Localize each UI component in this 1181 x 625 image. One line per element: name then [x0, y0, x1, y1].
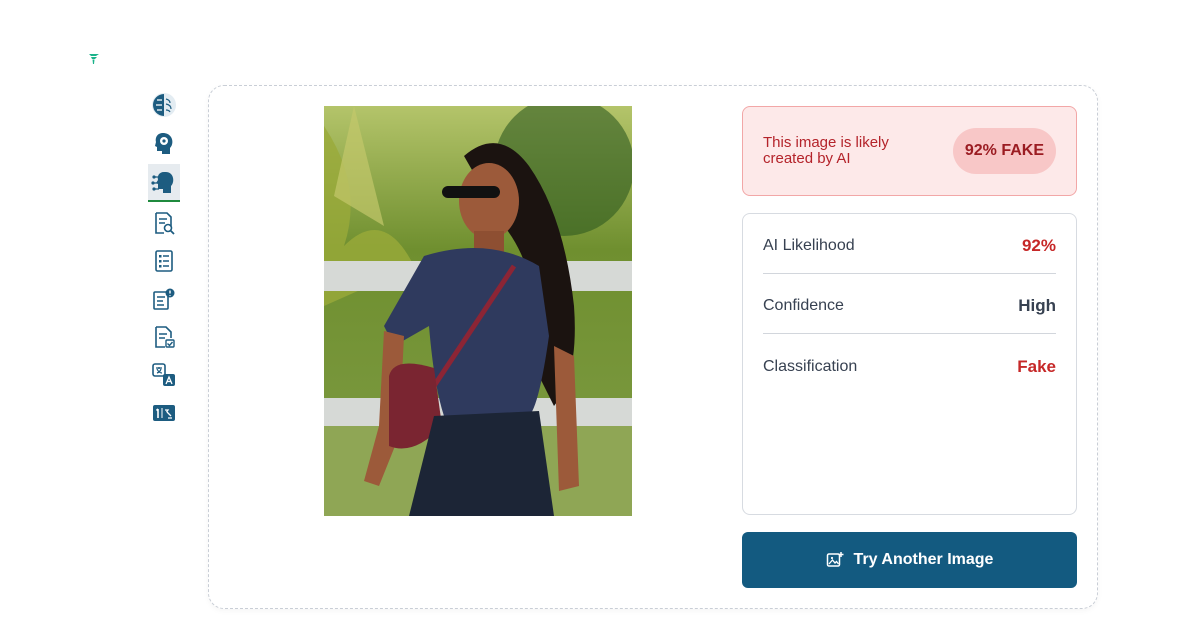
analyzed-photo-graphic	[324, 106, 632, 516]
detail-row-ai-likelihood: AI Likelihood 92%	[763, 219, 1056, 274]
checklist-document-icon	[155, 250, 173, 272]
detail-label: Confidence	[763, 297, 844, 314]
sidebar-item-head-gear[interactable]	[148, 126, 180, 160]
sidebar-item-translate[interactable]	[148, 358, 180, 392]
detail-label: Classification	[763, 357, 858, 375]
detail-label: AI Likelihood	[763, 237, 855, 254]
verdict-message: This image is likely created by AI	[763, 134, 889, 167]
image-add-icon	[826, 552, 844, 567]
detail-row-classification: Classification Fake	[763, 339, 1056, 394]
brain-icon	[152, 93, 176, 117]
sidebar-item-ai-head[interactable]	[148, 164, 180, 202]
number-fraction-icon	[153, 405, 175, 421]
detail-value: High	[1018, 296, 1056, 315]
verdict-badge: 92% FAKE	[952, 128, 1056, 174]
result-card: This image is likely created by AI 92% F…	[208, 85, 1098, 609]
detail-panel: AI Likelihood 92% Confidence High Classi…	[742, 213, 1077, 515]
verdict-banner: This image is likely created by AI 92% F…	[742, 106, 1077, 196]
sidebar-item-document-check[interactable]	[148, 320, 180, 354]
try-another-image-label: Try Another Image	[853, 551, 994, 568]
detail-row-confidence: Confidence High	[763, 279, 1056, 334]
sidebar-item-number[interactable]	[148, 396, 180, 430]
try-another-image-button[interactable]: Try Another Image	[742, 532, 1077, 588]
detail-value: Fake	[1017, 356, 1056, 376]
sidebar-item-document-search[interactable]	[148, 206, 180, 240]
head-gear-icon	[155, 133, 173, 154]
detail-value: 92%	[1021, 236, 1056, 255]
translate-icon	[152, 363, 175, 386]
document-search-icon	[155, 212, 175, 235]
logo-icon	[89, 54, 99, 64]
ai-head-icon	[151, 172, 174, 193]
sidebar-item-document-alert[interactable]	[148, 282, 180, 316]
analyzed-image	[324, 106, 632, 516]
sidebar-item-checklist[interactable]	[148, 244, 180, 278]
document-alert-icon	[153, 288, 175, 310]
sidebar-item-brain[interactable]	[148, 88, 180, 122]
tool-sidebar	[146, 88, 182, 434]
document-check-icon	[155, 326, 175, 348]
